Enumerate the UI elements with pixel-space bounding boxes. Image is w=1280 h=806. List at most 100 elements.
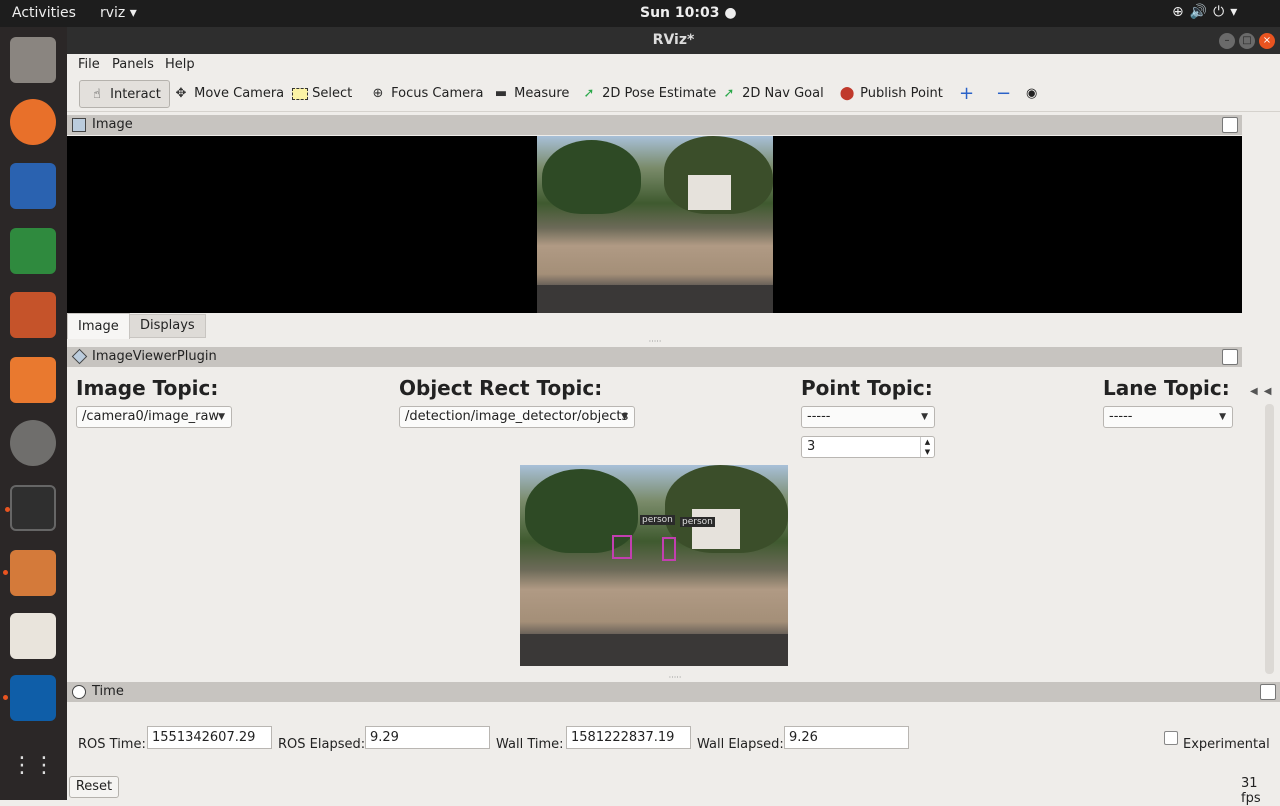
activities-button[interactable]: Activities <box>12 5 76 21</box>
window-title: RViz* <box>652 32 695 48</box>
tool-label: Publish Point <box>860 86 943 101</box>
lane-topic-label: Lane Topic: <box>1103 376 1230 400</box>
window-titlebar: RViz* – □ × <box>67 27 1280 54</box>
ivp-panel-undock-checkbox[interactable] <box>1222 349 1238 365</box>
ros-elapsed-field[interactable]: 9.29 <box>365 726 490 749</box>
menu-file[interactable]: File <box>78 57 100 72</box>
detection-image: person person <box>520 465 788 666</box>
rect-topic-label: Object Rect Topic: <box>399 376 603 400</box>
calc-icon[interactable] <box>10 228 56 274</box>
close-button[interactable]: × <box>1259 33 1275 49</box>
detection-box <box>612 535 632 559</box>
tab-displays[interactable]: Displays <box>129 314 206 338</box>
camera-image <box>537 136 773 313</box>
tool-focus-camera[interactable]: ⊕ Focus Camera <box>361 80 491 108</box>
wall-elapsed-label: Wall Elapsed: <box>697 737 784 752</box>
combo-value: ----- <box>1109 409 1133 424</box>
chevron-down-icon: ▼ <box>218 412 225 422</box>
experimental-label: Experimental <box>1183 737 1270 752</box>
chevron-down-icon: ▼ <box>921 412 928 422</box>
tool-measure[interactable]: ▬ Measure <box>484 80 577 108</box>
combo-value: /camera0/image_raw <box>82 409 220 424</box>
time-panel-header: Time <box>67 682 1280 702</box>
time-panel-undock-checkbox[interactable] <box>1260 684 1276 700</box>
remove-tool-button[interactable]: − <box>988 80 1019 108</box>
tool-move-camera[interactable]: ✥ Move Camera <box>164 80 292 108</box>
menu-help[interactable]: Help <box>165 57 195 72</box>
image-view <box>67 136 1242 313</box>
settings-icon[interactable] <box>10 420 56 466</box>
ros-time-field[interactable]: 1551342607.29 <box>147 726 272 749</box>
image-panel-icon <box>72 118 86 132</box>
firefox-icon[interactable] <box>10 99 56 145</box>
menubar: File Panels Help <box>67 54 1280 76</box>
app-menu[interactable]: rviz ▾ <box>100 5 137 21</box>
running-indicator <box>3 570 8 575</box>
files-icon[interactable] <box>10 37 56 83</box>
writer-icon[interactable] <box>10 163 56 209</box>
tool-2d-pose-estimate[interactable]: ➚ 2D Pose Estimate <box>572 80 724 108</box>
tool-label: Measure <box>514 86 570 101</box>
hand-icon: ☝ <box>93 87 101 102</box>
point-topic-combo[interactable]: ----- ▼ <box>801 406 935 428</box>
minimize-button[interactable]: – <box>1219 33 1235 49</box>
splitter-handle[interactable]: ····· <box>660 673 690 682</box>
lane-topic-combo[interactable]: ----- ▼ <box>1103 406 1233 428</box>
wall-elapsed-field[interactable]: 9.26 <box>784 726 909 749</box>
point-topic-label: Point Topic: <box>801 376 933 400</box>
tool-2d-nav-goal[interactable]: ➚ 2D Nav Goal <box>712 80 832 108</box>
menu-panels[interactable]: Panels <box>112 57 154 72</box>
file-roller-icon[interactable] <box>3 550 56 596</box>
image-panel-undock-checkbox[interactable] <box>1222 117 1238 133</box>
image-topic-combo[interactable]: /camera0/image_raw ▼ <box>76 406 232 428</box>
tool-label: Select <box>312 86 353 101</box>
tool-interact[interactable]: ☝ Interact <box>79 80 170 108</box>
focus-camera-icon: ⊕ <box>372 86 384 101</box>
detection-label: person <box>640 515 675 525</box>
experimental-checkbox[interactable] <box>1164 731 1178 745</box>
running-indicator <box>5 507 10 512</box>
image-topic-label: Image Topic: <box>76 376 219 400</box>
chevron-down-icon: ▼ <box>621 412 628 422</box>
wall-time-field[interactable]: 1581222837.19 <box>566 726 691 749</box>
tab-image[interactable]: Image <box>67 313 130 339</box>
running-indicator <box>3 695 8 700</box>
maximize-button[interactable]: □ <box>1239 33 1255 49</box>
image-panel-title: Image <box>92 117 133 132</box>
map-pin-icon: ⬤ <box>839 86 855 101</box>
splitter-handle[interactable]: ····· <box>640 337 670 346</box>
gnome-top-bar: Activities rviz ▾ Sun 10:03 ● ⊕🔊⏻▾ <box>0 0 1280 27</box>
show-apps-icon[interactable]: ⋮⋮ <box>10 743 56 789</box>
tool-select[interactable]: Select <box>284 80 360 108</box>
nav-arrow-icon: ➚ <box>723 86 735 101</box>
clock-icon <box>72 685 86 699</box>
combo-value: ----- <box>807 409 831 424</box>
move-camera-icon: ✥ <box>175 86 187 101</box>
point-size-spinbox[interactable]: 3 ▲ ▼ <box>801 436 935 458</box>
image-panel-header: Image <box>67 115 1242 135</box>
software-center-icon[interactable] <box>10 357 56 403</box>
ivp-panel-header: ImageViewerPlugin <box>67 347 1242 367</box>
autoware-icon[interactable] <box>3 675 56 721</box>
toolbar: ☝ Interact ✥ Move Camera Select ⊕ Focus … <box>67 76 1280 112</box>
text-editor-icon[interactable] <box>10 613 56 659</box>
reset-button[interactable]: Reset <box>69 776 119 798</box>
impress-icon[interactable] <box>10 292 56 338</box>
scrollbar[interactable] <box>1265 404 1274 674</box>
dock-collapse-arrows-icon[interactable]: ◀◀ <box>1250 386 1277 397</box>
terminal-icon[interactable] <box>5 485 56 531</box>
tool-label: 2D Pose Estimate <box>602 86 717 101</box>
detection-box <box>662 537 676 561</box>
rect-topic-combo[interactable]: /detection/image_detector/objects ▼ <box>399 406 635 428</box>
add-tool-button[interactable]: + <box>951 80 982 108</box>
system-tray[interactable]: ⊕🔊⏻▾ <box>1172 4 1243 20</box>
ros-time-label: ROS Time: <box>78 737 146 752</box>
tool-publish-point[interactable]: ⬤ Publish Point <box>830 80 951 108</box>
clock[interactable]: Sun 10:03 ● <box>640 5 737 21</box>
panel-tabs: Image Displays <box>67 313 1242 339</box>
spin-arrows-icon[interactable]: ▲ ▼ <box>920 437 934 457</box>
view-menu-button[interactable]: ◉ <box>1018 80 1045 108</box>
select-icon <box>292 87 308 100</box>
tool-label: Interact <box>110 87 161 102</box>
chevron-down-icon: ▼ <box>1219 412 1226 422</box>
